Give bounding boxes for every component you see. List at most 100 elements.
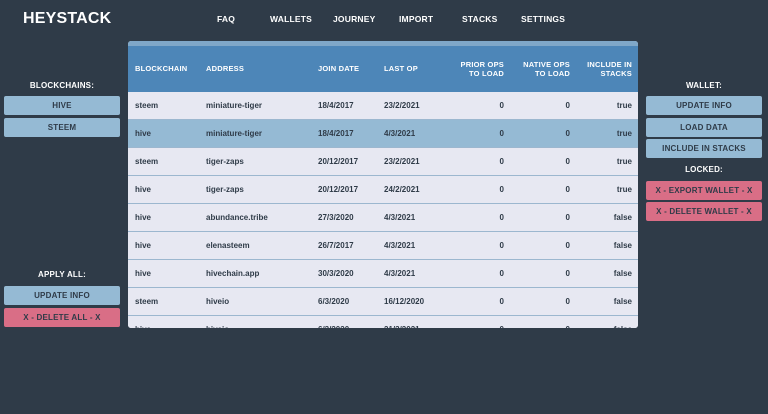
cell-native-ops: 0 [565,129,570,138]
table-row[interactable]: hive abundance.tribe 27/3/2020 4/3/2021 0 0 fa… [128,204,638,232]
cell-join-date: 30/3/2020 [318,269,354,278]
table-row[interactable]: steem miniature-tiger 18/4/2017 23/2/2021 0 0… [128,92,638,120]
cell-blockchain: hive [135,185,152,194]
cell-join-date: 6/3/2020 [318,297,350,306]
apply-all-label: APPLY ALL: [38,270,86,279]
header-address[interactable]: ADDRESS [206,64,244,73]
cell-last-op: 4/3/2021 [384,241,416,250]
nav-wallets[interactable]: WALLETS [270,14,312,24]
header-native-ops[interactable]: NATIVE OPS TO LOAD [504,60,570,78]
cell-join-date: 6/3/2020 [318,316,349,328]
cell-address: hivechain.app [206,269,260,278]
table-row[interactable]: hivehiveio6/3/202021/3/202100false [128,316,638,328]
cell-include: true [616,101,632,110]
cell-join-date: 18/4/2017 [318,129,354,138]
top-nav: FAQ WALLETS JOURNEY IMPORT STACKS SETTIN… [0,14,768,26]
cell-native-ops: 0 [565,157,570,166]
cell-native-ops: 0 [565,213,570,222]
cell-blockchain: hive [135,213,152,222]
nav-settings[interactable]: SETTINGS [521,14,565,24]
header-include[interactable]: INCLUDE IN STACKS [568,60,632,78]
cell-prior-ops: 0 [499,269,504,278]
table-row[interactable]: hive elenasteem 26/7/2017 4/3/2021 0 0 false [128,232,638,260]
nav-faq[interactable]: FAQ [217,14,235,24]
chain-hive-button[interactable]: HIVE [4,96,120,115]
cell-prior-ops: 0 [499,101,504,110]
cell-address: miniature-tiger [206,101,263,110]
cell-include: false [613,269,632,278]
cell-address: tiger-zaps [206,157,244,166]
cell-address: hiveio [206,297,230,306]
blockchains-label: BLOCKCHAINS: [29,81,95,90]
cell-address: hiveio [206,316,229,328]
cell-include: false [568,316,632,328]
cell-join-date: 20/12/2017 [318,157,359,166]
cell-address: abundance.tribe [206,213,268,222]
include-in-stacks-button[interactable]: INCLUDE IN STACKS [646,139,762,158]
cell-include: false [613,297,632,306]
cell-last-op: 4/3/2021 [384,213,416,222]
cell-prior-ops: 0 [499,185,504,194]
cell-prior-ops: 0 [499,213,504,222]
header-include-line1: INCLUDE IN [587,60,632,69]
cell-join-date: 20/12/2017 [318,185,359,194]
header-prior-ops[interactable]: PRIOR OPS TO LOAD [438,60,504,78]
locked-label: LOCKED: [685,165,723,174]
cell-last-op: 24/2/2021 [384,185,420,194]
header-prior-ops-line2: TO LOAD [468,69,504,78]
cell-address: tiger-zaps [206,185,244,194]
header-last-op[interactable]: LAST OP [384,64,418,73]
cell-blockchain: steem [135,101,159,110]
apply-all-update-info-button[interactable]: UPDATE INFO [4,286,120,305]
cell-include: true [616,129,632,138]
header-prior-ops-line1: PRIOR OPS [460,60,504,69]
cell-last-op: 23/2/2021 [384,157,420,166]
header-blockchain[interactable]: BLOCKCHAIN [135,64,187,73]
cell-address: miniature-tiger [206,129,263,138]
table-header: BLOCKCHAIN ADDRESS JOIN DATE LAST OP PRI… [128,46,638,92]
cell-last-op: 21/3/2021 [384,316,420,328]
cell-include: true [616,157,632,166]
table-row[interactable]: hive miniature-tiger 18/4/2017 4/3/2021 0 0 tr… [128,120,638,148]
delete-wallet-button[interactable]: X - DELETE WALLET - X [646,202,762,221]
cell-include: true [616,185,632,194]
nav-import[interactable]: IMPORT [399,14,433,24]
table-row[interactable]: hive hivechain.app 30/3/2020 4/3/2021 0 0 fals… [128,260,638,288]
wallet-update-info-button[interactable]: UPDATE INFO [646,96,762,115]
cell-blockchain: hive [135,129,152,138]
cell-include: false [613,213,632,222]
cell-native-ops: 0 [565,185,570,194]
header-join-date[interactable]: JOIN DATE [318,64,359,73]
table-body: steem miniature-tiger 18/4/2017 23/2/2021 0 0… [128,92,638,328]
table-row[interactable]: steem hiveio 6/3/2020 16/12/2020 0 0 false [128,288,638,316]
cell-prior-ops: 0 [499,157,504,166]
export-wallet-button[interactable]: X - EXPORT WALLET - X [646,181,762,200]
wallet-label: WALLET: [685,81,723,90]
cell-native-ops: 0 [565,241,570,250]
chain-steem-button[interactable]: STEEM [4,118,120,137]
table-row[interactable]: steem tiger-zaps 20/12/2017 23/2/2021 0 0 true [128,148,638,176]
nav-stacks[interactable]: STACKS [462,14,498,24]
cell-address: elenasteem [206,241,250,250]
cell-prior-ops: 0 [499,297,504,306]
load-data-button[interactable]: LOAD DATA [646,118,762,137]
cell-last-op: 16/12/2020 [384,297,425,306]
cell-prior-ops: 0 [499,129,504,138]
cell-native-ops: 0 [565,269,570,278]
cell-blockchain: steem [135,157,159,166]
cell-blockchain: hive [135,316,151,328]
cell-blockchain: steem [135,297,159,306]
cell-last-op: 4/3/2021 [384,129,416,138]
wallets-table: BLOCKCHAIN ADDRESS JOIN DATE LAST OP PRI… [128,41,638,328]
cell-last-op: 4/3/2021 [384,269,416,278]
cell-blockchain: hive [135,269,152,278]
header-include-line2: STACKS [600,69,632,78]
nav-journey[interactable]: JOURNEY [333,14,376,24]
table-row[interactable]: hive tiger-zaps 20/12/2017 24/2/2021 0 0 true [128,176,638,204]
cell-prior-ops: 0 [438,316,504,328]
delete-all-button[interactable]: X - DELETE ALL - X [4,308,120,327]
cell-join-date: 26/7/2017 [318,241,354,250]
cell-native-ops: 0 [565,297,570,306]
cell-last-op: 23/2/2021 [384,101,420,110]
cell-join-date: 18/4/2017 [318,101,354,110]
